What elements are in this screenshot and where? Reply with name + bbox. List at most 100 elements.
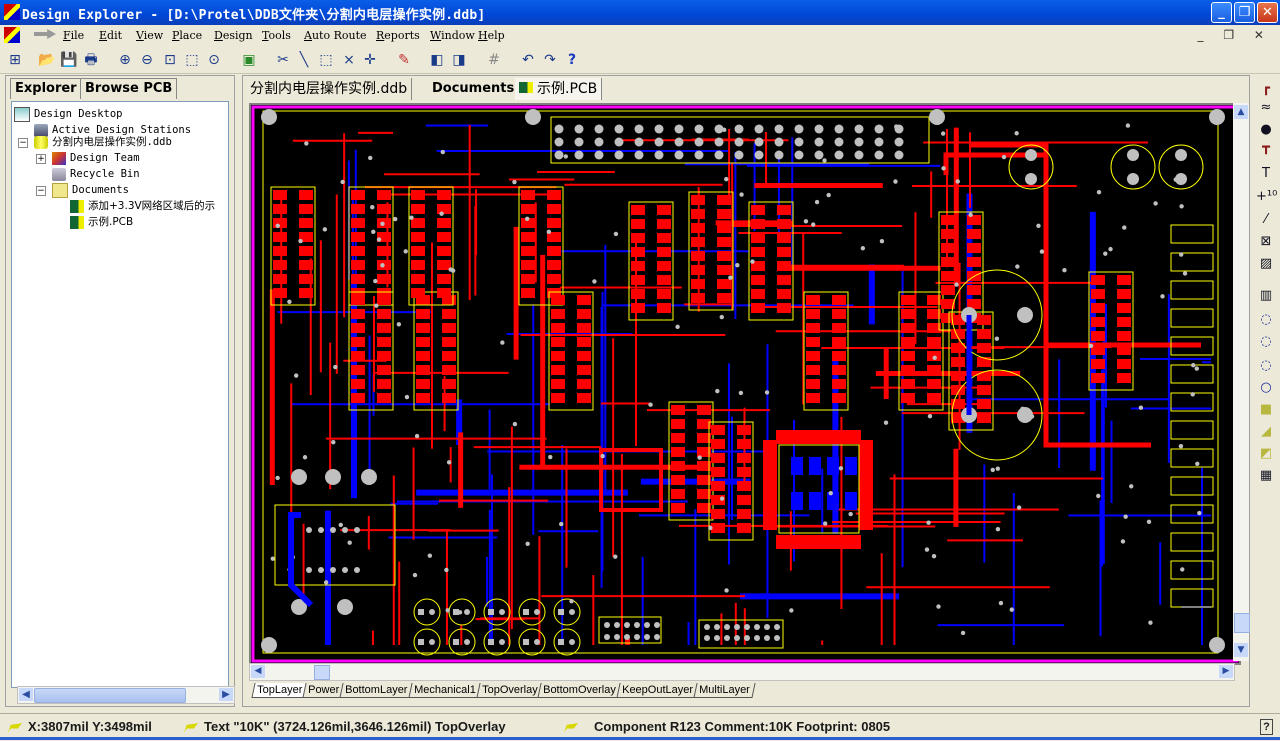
smd-pad bbox=[273, 190, 287, 200]
scroll-thumb[interactable] bbox=[34, 688, 186, 703]
route-icon[interactable]: ┏ bbox=[1256, 80, 1276, 98]
help-icon[interactable]: ? bbox=[1260, 719, 1273, 735]
tree-item-documents[interactable]: Documents bbox=[52, 182, 129, 198]
redo-icon[interactable]: ↷ bbox=[541, 51, 559, 69]
menu-reports[interactable]: Reports bbox=[376, 29, 420, 42]
zoom-in-icon[interactable]: ⊕ bbox=[116, 51, 134, 69]
menu-auto-route[interactable]: Auto Route bbox=[304, 29, 367, 42]
save-icon[interactable]: 💾 bbox=[60, 51, 78, 69]
document-icon[interactable] bbox=[4, 27, 20, 43]
tree-item-recycle-bin[interactable]: Recycle Bin bbox=[52, 166, 140, 182]
line-icon[interactable]: ╲ bbox=[295, 51, 313, 69]
arc-line-icon[interactable]: ≈ bbox=[1256, 99, 1276, 117]
explorer-hscrollbar[interactable]: ◀ ▶ bbox=[17, 686, 235, 704]
mdi-controls[interactable]: _ ❐ ✕ bbox=[1198, 28, 1272, 42]
layer-tab-mechanical1[interactable]: Mechanical1 bbox=[408, 683, 482, 698]
restore-button[interactable]: ❐ bbox=[1234, 2, 1255, 23]
select-area-icon[interactable]: ⬚ bbox=[317, 51, 335, 69]
polygon-icon[interactable]: ◢ bbox=[1256, 423, 1276, 441]
layer-tab-keepoutlayer[interactable]: KeepOutLayer bbox=[616, 683, 699, 698]
layer-tab-bottomoverlay[interactable]: BottomOverlay bbox=[537, 683, 622, 698]
tab-browse-pcb[interactable]: Browse PCB bbox=[80, 78, 178, 99]
menu-file[interactable]: File bbox=[63, 29, 84, 42]
dimension-icon[interactable]: ⁄ bbox=[1256, 211, 1276, 229]
help-icon[interactable]: ? bbox=[563, 51, 581, 69]
tab-explorer[interactable]: Explorer bbox=[10, 78, 82, 99]
doc-tab-pcb[interactable]: 示例.PCB bbox=[515, 78, 603, 100]
menu-edit[interactable]: Edit bbox=[99, 29, 122, 42]
doc-tab-documents[interactable]: Documents bbox=[428, 78, 520, 100]
layer-tab-multilayer[interactable]: MultiLayer bbox=[693, 683, 756, 698]
menu-help[interactable]: Help bbox=[478, 29, 505, 42]
array-paste-icon[interactable]: ▦ bbox=[1256, 467, 1276, 485]
fill-icon[interactable]: ■ bbox=[1256, 401, 1276, 419]
via bbox=[275, 475, 280, 481]
browse-component-icon[interactable]: ▣ bbox=[240, 51, 258, 69]
split-plane-icon[interactable]: ◩ bbox=[1256, 445, 1276, 463]
tree-item-ddb[interactable]: 分割内电层操作实例.ddb bbox=[34, 134, 172, 150]
zoom-area-icon[interactable]: ⬚ bbox=[183, 51, 201, 69]
pcb-drawing[interactable] bbox=[251, 105, 1239, 663]
smd-pad bbox=[777, 205, 791, 215]
grid-icon[interactable]: # bbox=[485, 51, 503, 69]
scroll-right-icon[interactable]: ▶ bbox=[1219, 665, 1233, 678]
pcb-canvas[interactable] bbox=[249, 103, 1241, 665]
scroll-left-icon[interactable]: ◀ bbox=[19, 688, 33, 701]
cut-icon[interactable]: ✂ bbox=[274, 51, 292, 69]
scroll-left-icon[interactable]: ◀ bbox=[251, 665, 265, 678]
menu-place[interactable]: Place bbox=[172, 29, 202, 42]
menu-tools[interactable]: Tools bbox=[262, 29, 291, 42]
arc-center-icon[interactable]: ◌ bbox=[1256, 311, 1276, 329]
layer-tab-toplayer[interactable]: TopLayer bbox=[251, 683, 308, 698]
menu-window[interactable]: Window bbox=[430, 29, 475, 42]
undo-icon[interactable]: ↶ bbox=[519, 51, 537, 69]
open-icon[interactable]: 📂 bbox=[38, 51, 56, 69]
connector-pin bbox=[734, 137, 744, 147]
zoom-selection-icon[interactable]: ⊙ bbox=[205, 51, 223, 69]
zoom-out-icon[interactable]: ⊖ bbox=[138, 51, 156, 69]
connector-pin bbox=[854, 124, 864, 134]
scroll-down-icon[interactable]: ▼ bbox=[1234, 643, 1248, 657]
menu-view[interactable]: View bbox=[136, 29, 163, 42]
circle-icon[interactable]: ○ bbox=[1256, 379, 1276, 397]
3d-view-icon[interactable]: ◧ bbox=[428, 51, 446, 69]
arc-any-icon[interactable]: ◌ bbox=[1256, 357, 1276, 375]
component-icon[interactable]: ▥ bbox=[1256, 287, 1276, 305]
zoom-fit-icon[interactable]: ⊡ bbox=[161, 51, 179, 69]
pad-icon[interactable]: ┳ bbox=[1256, 139, 1276, 157]
text-icon[interactable]: T bbox=[1256, 165, 1276, 183]
scroll-up-icon[interactable]: ▲ bbox=[1234, 105, 1248, 119]
scroll-thumb[interactable] bbox=[1234, 613, 1250, 633]
report-icon[interactable]: ◨ bbox=[450, 51, 468, 69]
coordinate-icon[interactable]: +¹⁰ bbox=[1256, 188, 1277, 206]
via bbox=[524, 216, 530, 221]
layer-tab-topoverlay[interactable]: TopOverlay bbox=[475, 683, 543, 698]
canvas-vscrollbar[interactable]: ▲ ▼ bbox=[1233, 103, 1250, 661]
tree-item-design-team[interactable]: Design Team bbox=[52, 150, 140, 166]
arc-edge-icon[interactable]: ◌ bbox=[1256, 333, 1276, 351]
expander-ddb[interactable]: − bbox=[18, 138, 28, 148]
move-icon[interactable]: ✛ bbox=[361, 51, 379, 69]
magic-wand-icon[interactable]: ✎ bbox=[395, 51, 413, 69]
tree-item-design-desktop[interactable]: Design Desktop bbox=[14, 106, 123, 122]
deselect-icon[interactable]: ⨯ bbox=[340, 51, 358, 69]
fill-area-icon[interactable]: ▨ bbox=[1256, 255, 1276, 273]
tree-item-doc-1[interactable]: 添加+3.3V网络区域后的示 bbox=[70, 198, 215, 214]
canvas-hscrollbar[interactable]: ◀ ▶ bbox=[249, 663, 1235, 681]
origin-icon[interactable]: ⊠ bbox=[1256, 233, 1276, 251]
scroll-right-icon[interactable]: ▶ bbox=[219, 688, 233, 701]
tree-item-doc-2[interactable]: 示例.PCB bbox=[70, 214, 133, 230]
via bbox=[444, 567, 449, 573]
layer-tab-bottomlayer[interactable]: BottomLayer bbox=[339, 683, 414, 698]
expander-design-team[interactable]: + bbox=[36, 154, 46, 164]
via bbox=[803, 219, 809, 224]
minimize-button[interactable]: _ bbox=[1211, 2, 1232, 23]
design-manager-icon[interactable]: ⊞ bbox=[6, 51, 24, 69]
via-icon[interactable]: ● bbox=[1256, 121, 1276, 139]
scroll-thumb[interactable] bbox=[314, 665, 330, 680]
menu-design[interactable]: Design bbox=[214, 29, 253, 42]
print-icon[interactable]: 🖶 bbox=[82, 51, 100, 69]
close-button[interactable]: ✕ bbox=[1257, 2, 1278, 23]
expander-documents[interactable]: − bbox=[36, 186, 46, 196]
doc-tab-ddb[interactable]: 分割内电层操作实例.ddb bbox=[246, 78, 413, 100]
